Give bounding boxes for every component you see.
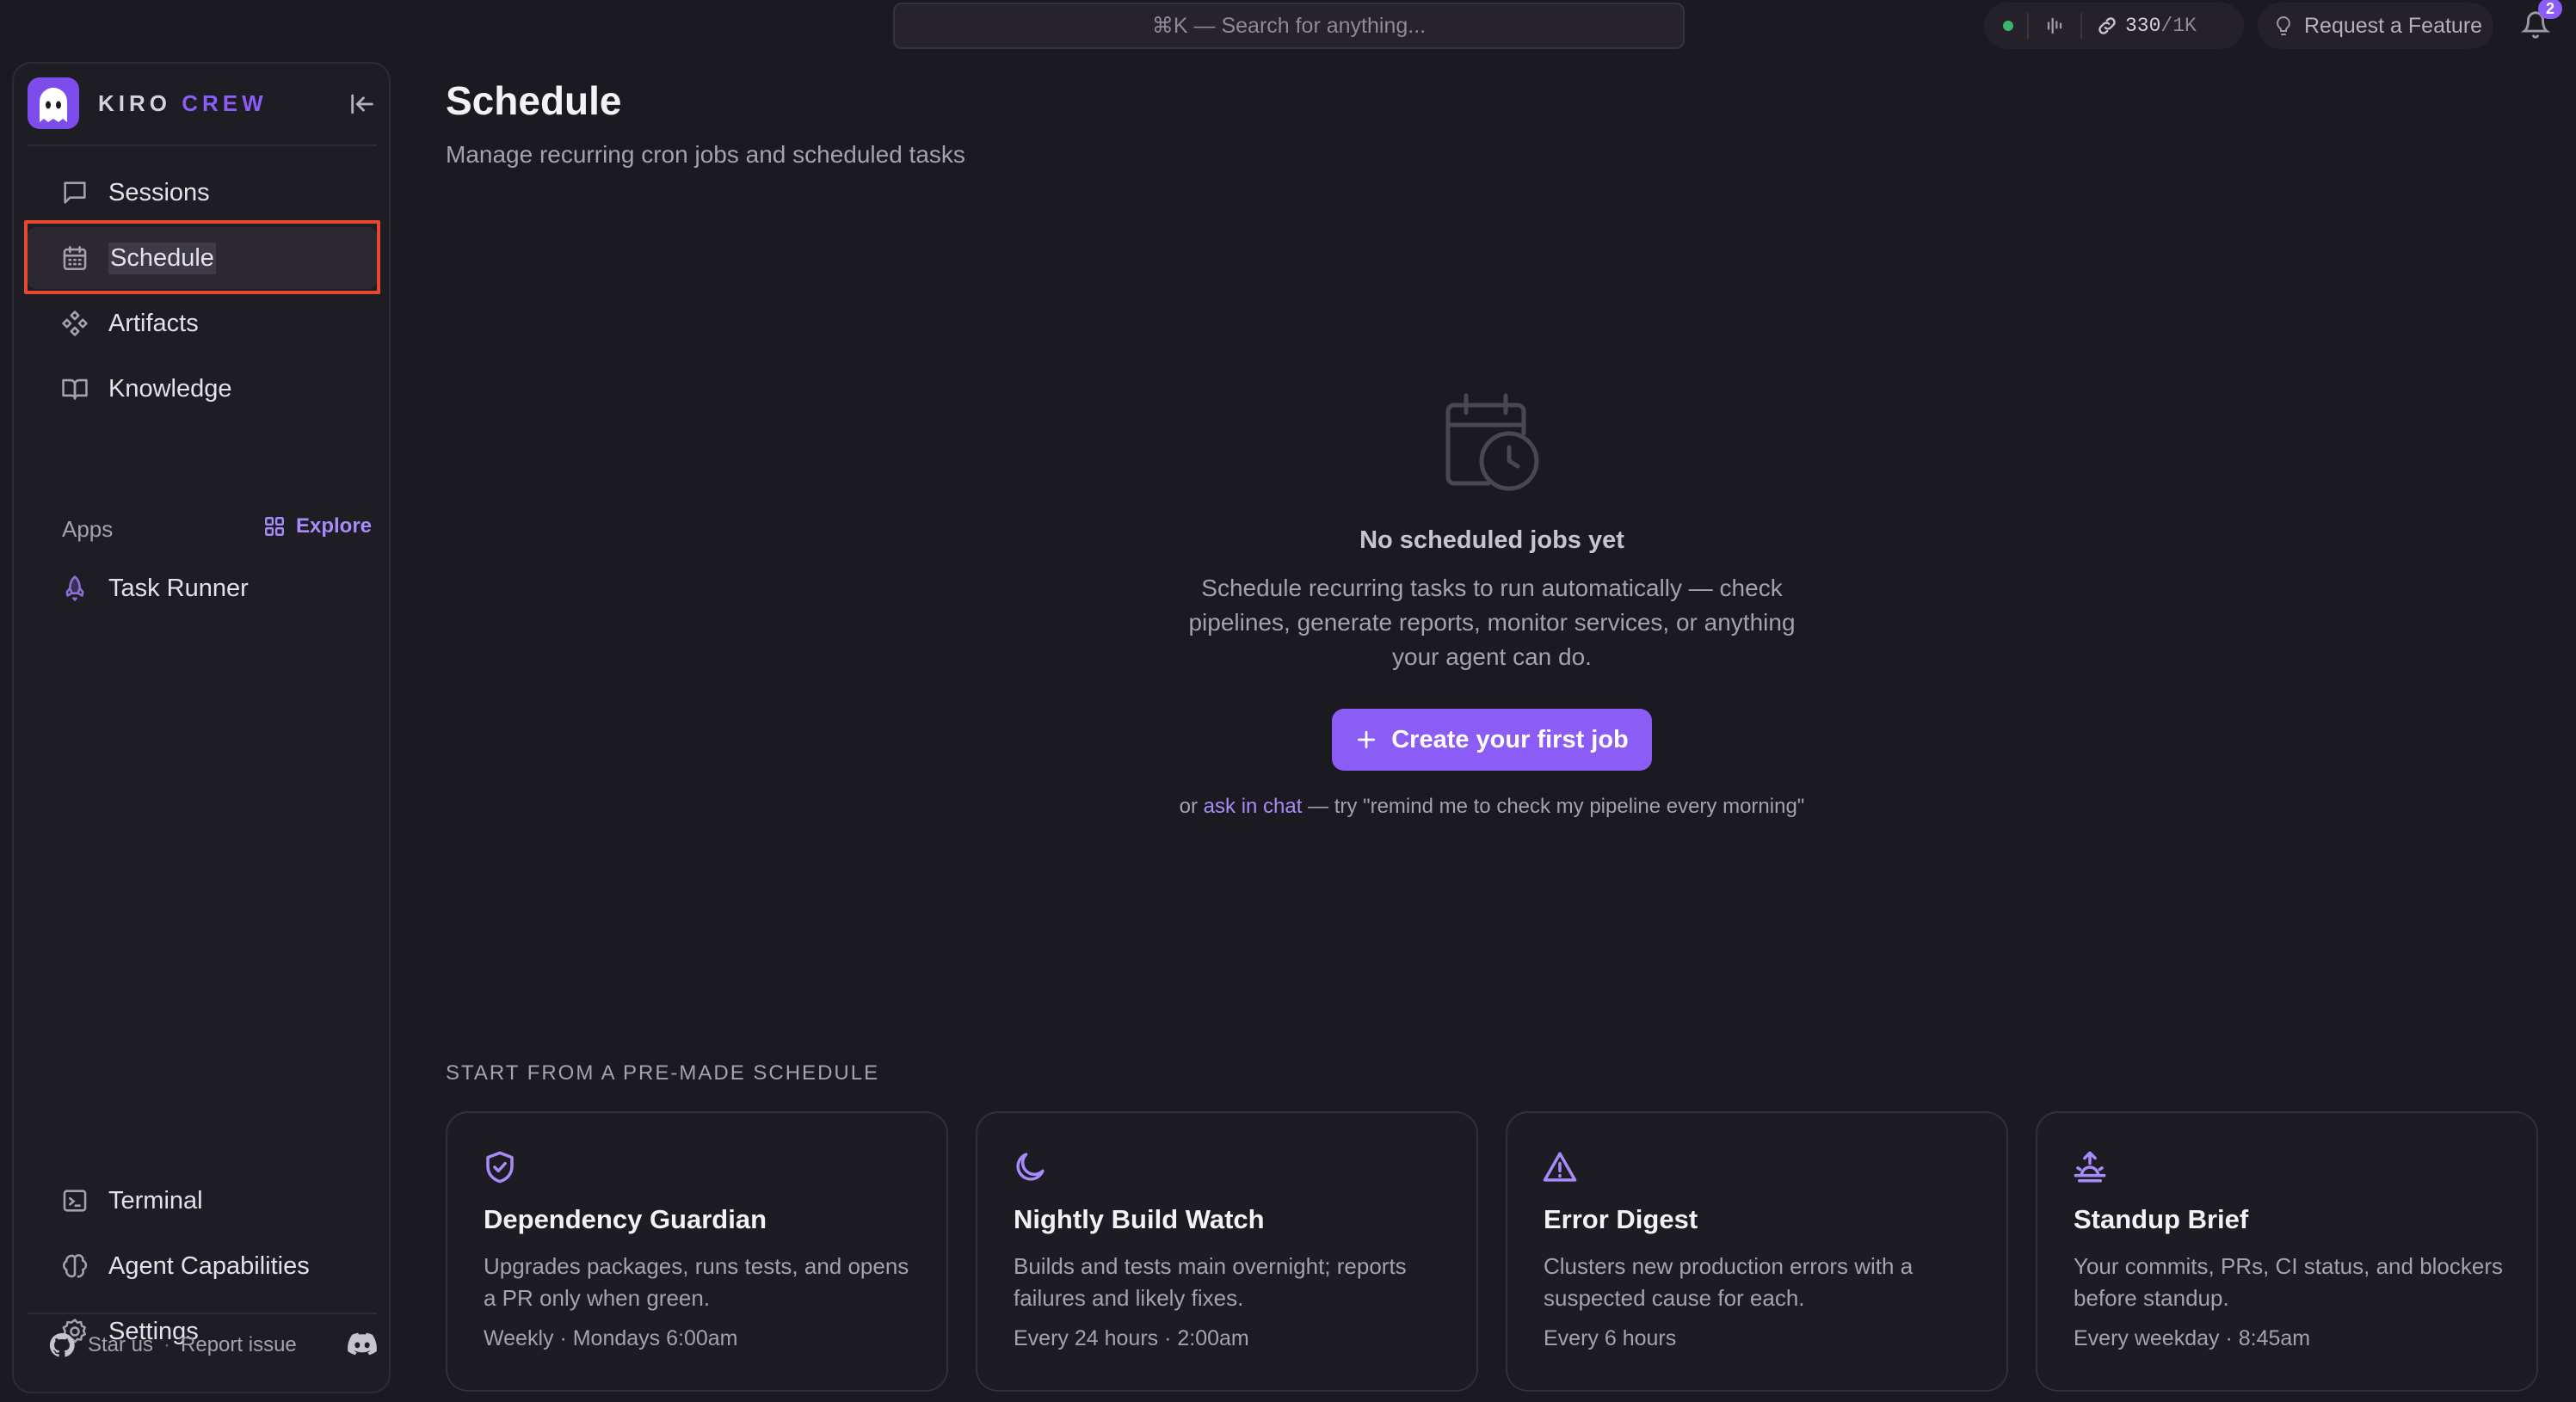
sidebar-divider: [28, 145, 377, 146]
quota-max: /1K: [2160, 15, 2197, 37]
sidebar-footer: Star us · Report issue: [28, 1325, 377, 1366]
template-title: Dependency Guardian: [484, 1204, 767, 1234]
moon-icon: [1016, 1153, 1045, 1181]
template-schedule: Every weekday · 8:45am: [2074, 1326, 2311, 1350]
search-placeholder: ⌘K — Search for anything...: [1151, 14, 1427, 38]
sidebar-item-label: Agent Capabilities: [108, 1251, 310, 1280]
waveform-icon[interactable]: [2043, 14, 2067, 38]
request-feature-button[interactable]: Request a Feature: [2258, 3, 2493, 49]
sidebar-item-artifacts[interactable]: Artifacts: [28, 292, 377, 354]
ghost-logo-icon: [28, 77, 79, 129]
brand-crew: CREW: [182, 89, 268, 116]
template-description: Clusters new production errors with a su…: [1544, 1253, 1914, 1311]
sidebar-item-label: Artifacts: [108, 309, 199, 337]
template-card-error-digest[interactable]: Error Digest Clusters new production err…: [1506, 1111, 2008, 1392]
chat-hint-prefix: or: [1179, 795, 1198, 818]
status-pill[interactable]: 330/1K: [1984, 3, 2244, 49]
request-feature-label: Request a Feature: [2304, 13, 2483, 38]
lightbulb-icon: [2277, 15, 2290, 35]
premade-section-label: START FROM A PRE-MADE SCHEDULE: [446, 1061, 880, 1085]
calendar-icon: [63, 245, 87, 271]
sidebar-item-terminal[interactable]: Terminal: [28, 1170, 377, 1232]
template-title: Nightly Build Watch: [1014, 1204, 1265, 1234]
plus-icon: [1358, 730, 1376, 749]
sidebar-item-label: Sessions: [108, 178, 210, 206]
components-icon: [62, 311, 88, 336]
page-subtitle: Manage recurring cron jobs and scheduled…: [446, 141, 965, 168]
github-icon: [49, 1332, 75, 1357]
template-card-standup-brief[interactable]: Standup Brief Your commits, PRs, CI stat…: [2036, 1111, 2538, 1392]
link-icon: [2098, 17, 2116, 34]
template-description: Your commits, PRs, CI status, and blocke…: [2074, 1253, 2504, 1311]
template-card-dependency-guardian[interactable]: Dependency Guardian Upgrades packages, r…: [446, 1111, 948, 1392]
create-first-job-label: Create your first job: [1391, 725, 1629, 753]
create-first-job-button[interactable]: Create your first job: [1332, 709, 1652, 771]
grid-icon: [265, 517, 284, 536]
report-issue-link[interactable]: Report issue: [181, 1333, 297, 1357]
sidebar-item-knowledge[interactable]: Knowledge: [28, 358, 377, 420]
template-title: Error Digest: [1544, 1204, 1698, 1234]
quota-used: 330: [2125, 15, 2161, 37]
sidebar-item-label: Schedule: [108, 242, 216, 274]
global-search[interactable]: ⌘K — Search for anything...: [893, 3, 1685, 49]
ask-in-chat-link[interactable]: ask in chat: [1204, 795, 1303, 818]
template-schedule: Every 24 hours · 2:00am: [1014, 1326, 1249, 1350]
brand-name: KIRO CREW: [98, 90, 268, 117]
template-title: Standup Brief: [2074, 1204, 2249, 1234]
top-bar: ⌘K — Search for anything... 330/1K Reque…: [0, 0, 2576, 53]
sidebar-item-schedule[interactable]: Schedule: [28, 227, 377, 289]
template-card-nightly-build-watch[interactable]: Nightly Build Watch Builds and tests mai…: [976, 1111, 1478, 1392]
sidebar-item-label: Task Runner: [108, 574, 249, 602]
sidebar-item-label: Terminal: [108, 1186, 203, 1214]
chat-hint-suffix: — try "remind me to check my pipeline ev…: [1308, 795, 1805, 818]
apps-section-label: Apps: [62, 516, 114, 542]
notification-badge: 2: [2538, 0, 2562, 19]
empty-state-title: No scheduled jobs yet: [1359, 526, 1624, 554]
book-icon: [62, 378, 88, 400]
collapse-sidebar-icon[interactable]: [348, 89, 377, 119]
sidebar-item-label: Knowledge: [108, 374, 232, 403]
explore-apps-link[interactable]: Explore: [263, 514, 372, 538]
chat-bubble-icon: [64, 181, 86, 204]
sidebar: KIRO CREW Sessions Schedule Artifacts Kn…: [12, 62, 391, 1393]
empty-state-description: Schedule recurring tasks to run automati…: [1188, 575, 1796, 670]
brand[interactable]: KIRO CREW: [28, 76, 268, 131]
quota-readout: 330/1K: [2125, 15, 2197, 37]
brand-kiro: KIRO: [98, 89, 171, 116]
brain-icon: [62, 1254, 88, 1278]
rocket-icon: [65, 575, 84, 601]
sunrise-icon: [2074, 1151, 2106, 1183]
footer-separator: ·: [163, 1333, 171, 1356]
star-us-link[interactable]: Star us: [88, 1333, 153, 1357]
page-title: Schedule: [446, 78, 622, 123]
shield-check-icon: [486, 1151, 514, 1184]
discord-icon[interactable]: [348, 1331, 377, 1357]
template-schedule: Weekly · Mondays 6:00am: [484, 1326, 738, 1350]
connection-status-dot: [2003, 21, 2013, 31]
sidebar-item-agent-capabilities[interactable]: Agent Capabilities: [28, 1235, 377, 1297]
template-description: Upgrades packages, runs tests, and opens…: [484, 1253, 909, 1311]
warning-triangle-icon: [1543, 1152, 1577, 1182]
sidebar-item-sessions[interactable]: Sessions: [28, 162, 377, 224]
terminal-icon: [63, 1190, 87, 1212]
calendar-clock-icon: [1445, 393, 1539, 491]
template-schedule: Every 6 hours: [1544, 1326, 1677, 1350]
template-description: Builds and tests main overnight; reports…: [1014, 1253, 1407, 1311]
chat-hint: or ask in chat — try "remind me to check…: [1015, 795, 1969, 819]
sidebar-footer-divider: [28, 1313, 377, 1314]
sidebar-item-task-runner[interactable]: Task Runner: [28, 557, 377, 619]
explore-label: Explore: [296, 514, 373, 538]
